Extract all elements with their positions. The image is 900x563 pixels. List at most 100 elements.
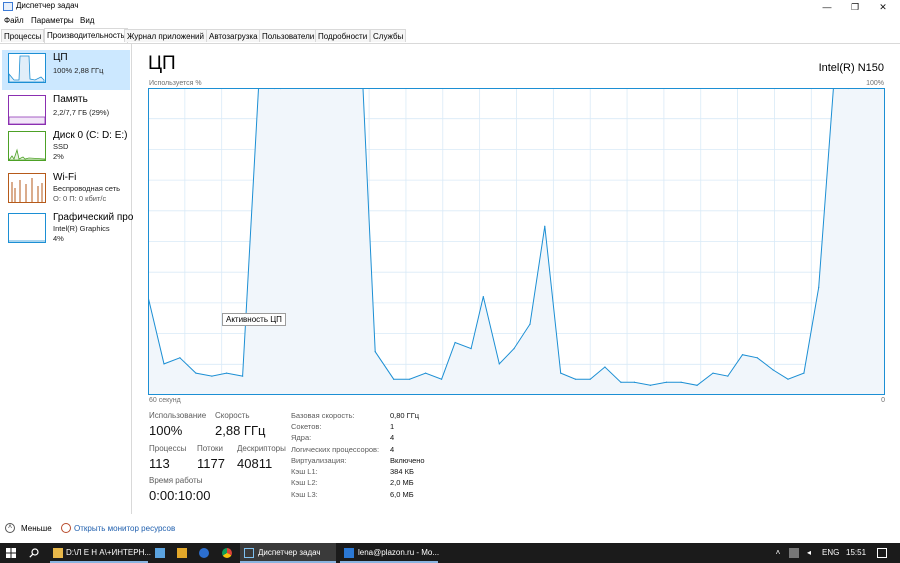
tray-program-icon: [789, 548, 799, 558]
cpu-usage-point: [756, 357, 758, 359]
cpu-usage-point: [374, 351, 376, 353]
sidebar-item-label: Графический про: [53, 212, 134, 223]
taskbar-item-label: lena@plazon.ru - Mo...: [358, 548, 440, 557]
spec-value: 2,0 МБ: [390, 478, 414, 487]
chevron-up-icon[interactable]: ˄: [5, 523, 15, 533]
fewer-details-button[interactable]: Меньше: [21, 524, 52, 533]
task-manager-icon: [244, 548, 254, 558]
taskbar-app-2[interactable]: [172, 543, 192, 563]
spec-label: Кэш L3:: [291, 490, 318, 499]
cpu-usage-point: [226, 372, 228, 374]
spec-value: 6,0 МБ: [390, 490, 414, 499]
cpu-usage-point: [560, 372, 562, 374]
uptime-value: 0:00:10:00: [149, 488, 211, 503]
taskbar: D:\Л Е Н А\+ИНТЕРН... Диспетчер задач le…: [0, 543, 900, 563]
tab-details[interactable]: Подробности: [315, 29, 371, 42]
cpu-usage-point: [393, 378, 395, 380]
processes-label: Процессы: [149, 444, 187, 453]
cpu-usage-point: [544, 225, 546, 227]
sidebar-item-wifi[interactable]: Wi-Fi Беспроводная сеть О: 0 П: 0 кбит/с: [2, 170, 130, 210]
graph-tooltip: Активность ЦП: [222, 313, 286, 326]
menu-options[interactable]: Параметры: [31, 16, 74, 25]
handles-label: Дескрипторы: [237, 444, 286, 453]
tab-processes[interactable]: Процессы: [1, 29, 45, 42]
notification-icon[interactable]: [875, 543, 889, 563]
sidebar-item-disk[interactable]: Диск 0 (C: D: E:) SSD 2%: [2, 128, 130, 168]
windows-icon: [6, 548, 16, 558]
sidebar-item-value: 2%: [53, 152, 64, 161]
speed-value: 2,88 ГГц: [215, 423, 266, 438]
cpu-usage-point: [787, 378, 789, 380]
spec-label: Кэш L1:: [291, 467, 318, 476]
memory-mini-graph: [8, 95, 46, 125]
search-button[interactable]: [25, 543, 43, 563]
cpu-usage-graph: [148, 88, 885, 395]
clock[interactable]: 15:51: [846, 543, 866, 563]
resource-monitor-icon: [61, 523, 71, 533]
tab-users[interactable]: Пользователи: [259, 29, 318, 42]
cpu-usage-point: [425, 372, 427, 374]
open-resource-monitor-link[interactable]: Открыть монитор ресурсов: [74, 524, 175, 533]
action-center-icon: [877, 548, 887, 558]
language-indicator[interactable]: ENG: [822, 543, 839, 563]
menu-bar: Файл Параметры Вид: [0, 14, 900, 28]
sidebar-item-cpu[interactable]: ЦП 100% 2,88 ГГц: [2, 50, 130, 90]
menu-file[interactable]: Файл: [4, 16, 24, 25]
speed-label: Скорость: [215, 411, 250, 420]
close-button[interactable]: ✕: [869, 0, 897, 14]
spec-label: Виртуализация:: [291, 456, 347, 465]
tab-app-history[interactable]: Журнал приложений: [124, 29, 207, 42]
sidebar-item-memory[interactable]: Память 2,2/7,7 ГБ (29%): [2, 92, 130, 132]
taskbar-mail-window[interactable]: lena@plazon.ru - Mo...: [340, 543, 440, 563]
cpu-model-name: Intel(R) N150: [818, 62, 884, 74]
sidebar-item-label: Память: [53, 94, 88, 105]
task-manager-app-icon: [3, 2, 13, 11]
window-title: Диспетчер задач: [16, 1, 79, 10]
cpu-usage-point: [195, 372, 197, 374]
spec-value: 1: [390, 422, 395, 431]
cpu-usage-point: [818, 286, 820, 288]
tray-app-icon[interactable]: [788, 543, 800, 563]
tab-services[interactable]: Службы: [370, 29, 407, 42]
cpu-mini-graph: [8, 53, 46, 83]
cpu-usage-point: [409, 378, 411, 380]
graph-x-end-label: 0: [881, 397, 885, 404]
tray-overflow-chevron-icon[interactable]: ˄: [772, 543, 784, 563]
sidebar-item-gpu[interactable]: Графический про Intel(R) Graphics 4%: [2, 210, 134, 250]
taskbar-app-3[interactable]: [194, 543, 214, 563]
taskbar-app-1[interactable]: [150, 543, 170, 563]
cpu-usage-point: [163, 363, 165, 365]
tab-performance[interactable]: Производительность: [44, 28, 128, 43]
spec-label: Ядра:: [291, 433, 312, 442]
edge-icon: [199, 548, 209, 558]
sidebar-item-detail: Беспроводная сеть: [53, 184, 121, 193]
chrome-icon: [222, 548, 232, 558]
cpu-usage-point: [665, 381, 667, 383]
minimize-button[interactable]: —: [813, 0, 841, 14]
taskbar-chrome[interactable]: [216, 543, 238, 563]
graph-y-max-label: 100%: [866, 80, 884, 87]
sidebar-item-label: Wi-Fi: [53, 172, 77, 183]
spec-value: 384 КБ: [390, 467, 414, 476]
sidebar-item-detail: SSD: [53, 142, 69, 151]
resource-sidebar: ЦП 100% 2,88 ГГц Память 2,2/7,7 ГБ (29%)…: [0, 44, 134, 514]
tab-startup[interactable]: Автозагрузка: [206, 29, 261, 42]
tab-bar: Процессы Производительность Журнал прило…: [0, 28, 900, 44]
cpu-usage-point: [772, 369, 774, 371]
sidebar-item-detail: 2,2/7,7 ГБ (29%): [53, 108, 110, 117]
folder-icon: [53, 548, 63, 558]
start-button[interactable]: [3, 543, 19, 563]
cpu-usage-point: [680, 381, 682, 383]
menu-view[interactable]: Вид: [80, 16, 94, 25]
taskbar-task-manager[interactable]: Диспетчер задач: [240, 543, 336, 563]
threads-label: Потоки: [197, 444, 224, 453]
maximize-button[interactable]: ❐: [841, 0, 869, 14]
volume-icon[interactable]: ◂: [803, 543, 815, 563]
taskbar-explorer-window[interactable]: D:\Л Е Н А\+ИНТЕРН...: [50, 543, 151, 563]
cpu-usage-point: [620, 381, 622, 383]
mail-icon: [344, 548, 354, 558]
cpu-usage-point: [482, 295, 484, 298]
uptime-label: Время работы: [149, 476, 203, 485]
spec-value: Включено: [390, 456, 425, 465]
threads-value: 1177: [197, 456, 225, 471]
